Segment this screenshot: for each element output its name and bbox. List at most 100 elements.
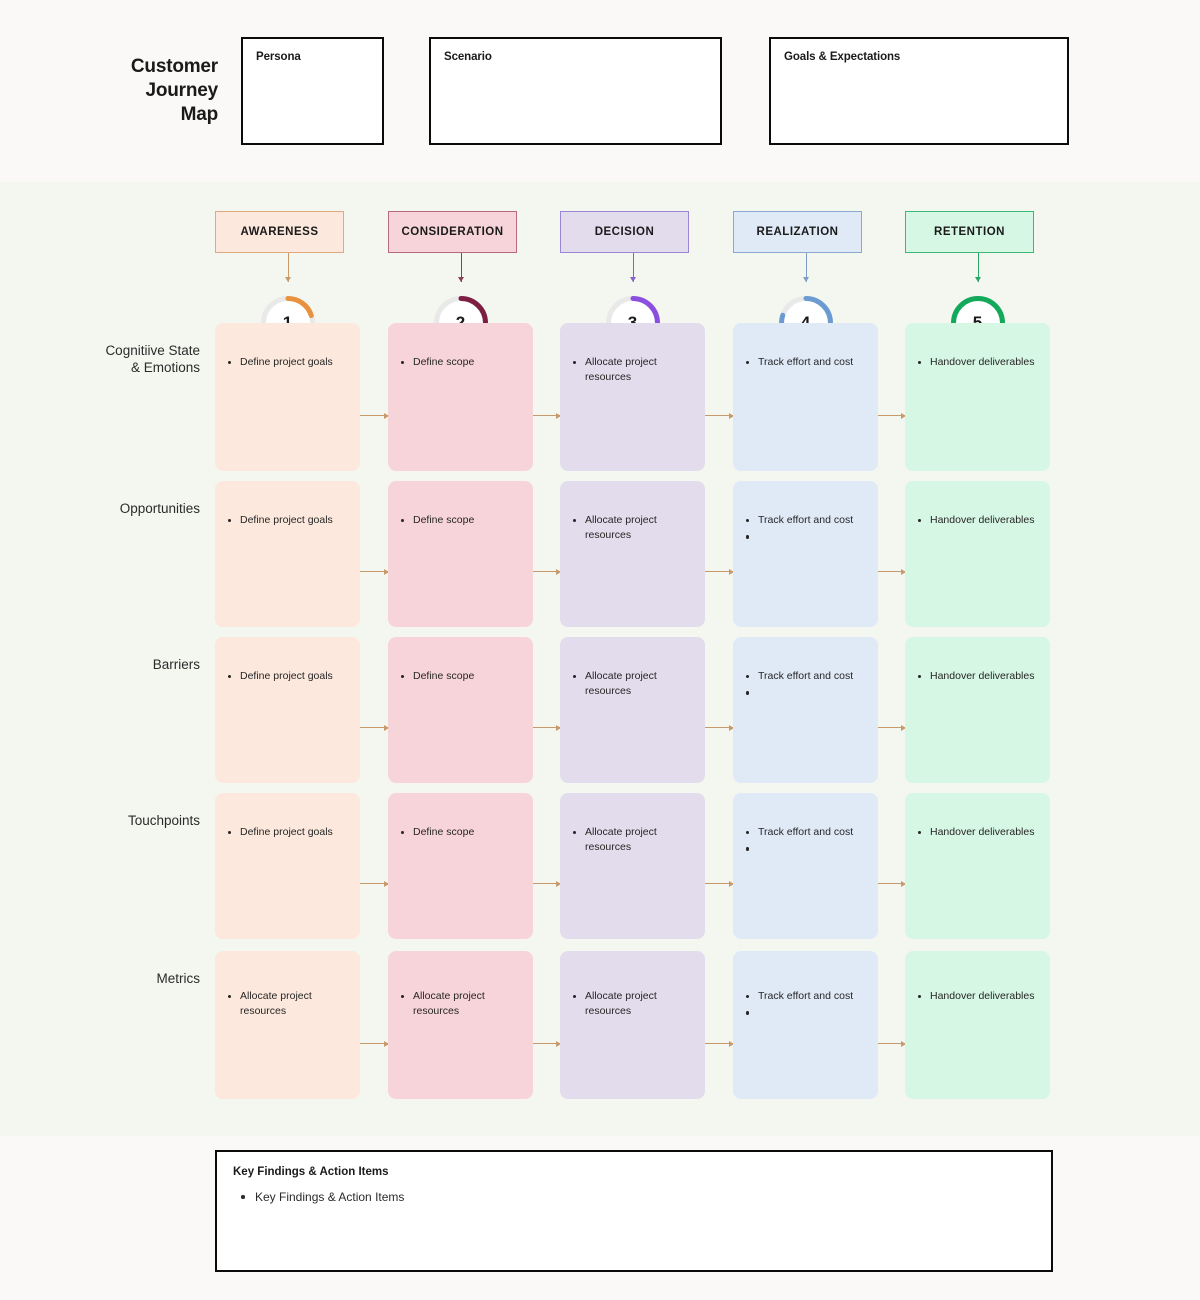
journey-cell[interactable]: Define project goals: [215, 481, 360, 627]
journey-cell-list: Handover deliverables: [917, 513, 1040, 528]
stage-connector-arrow-icon: [705, 568, 734, 575]
journey-cell-list: Define scope: [400, 825, 523, 840]
journey-cell[interactable]: Track effort and cost: [733, 481, 878, 627]
journey-cell-item: Define project goals: [227, 825, 350, 840]
journey-cell-item: Define project goals: [227, 513, 350, 528]
journey-cell-list: Define project goals: [227, 513, 350, 528]
journey-cell-list: Allocate project resources: [572, 513, 695, 543]
row-label-line: Barriers: [152, 657, 200, 672]
journey-cell[interactable]: Define project goals: [215, 323, 360, 471]
stage-connector-arrow-icon: [533, 412, 561, 419]
journey-cell-list: Allocate project resources: [400, 989, 523, 1019]
stage-header-decision[interactable]: DECISION: [560, 211, 689, 253]
journey-cell-list: Define project goals: [227, 825, 350, 840]
journey-cell-list: Handover deliverables: [917, 669, 1040, 684]
journey-cell[interactable]: Define scope: [388, 637, 533, 783]
scenario-box-label: Scenario: [444, 51, 492, 63]
journey-cell-item: Handover deliverables: [917, 513, 1040, 528]
journey-cell[interactable]: Handover deliverables: [905, 323, 1050, 471]
stage-connector-arrow-icon: [878, 1040, 906, 1047]
stage-connector-arrow-icon: [533, 1040, 561, 1047]
goals-expectations-box-label: Goals & Expectations: [784, 51, 901, 63]
journey-cell-item: Allocate project resources: [400, 989, 523, 1019]
stage-connector-arrow-icon: [878, 568, 906, 575]
journey-cell-item: Allocate project resources: [227, 989, 350, 1019]
journey-cell-item: Define scope: [400, 513, 523, 528]
stage-down-arrow-icon: [975, 253, 981, 282]
page-title: Customer Journey Map: [68, 55, 218, 127]
journey-cell[interactable]: Allocate project resources: [560, 637, 705, 783]
journey-cell[interactable]: Handover deliverables: [905, 481, 1050, 627]
stage-header-label: DECISION: [594, 226, 655, 238]
journey-cell[interactable]: Define scope: [388, 481, 533, 627]
journey-cell-list: Define scope: [400, 513, 523, 528]
key-findings-box[interactable]: Key Findings & Action Items Key Findings…: [215, 1150, 1053, 1272]
journey-cell-item: Allocate project resources: [572, 669, 695, 699]
stage-connector-arrow-icon: [533, 568, 561, 575]
journey-cell-item: Track effort and cost: [745, 513, 868, 528]
row-label-line: & Emotions: [130, 359, 200, 375]
page-title-line-3: Map: [180, 103, 219, 125]
journey-cell-list: Allocate project resources: [572, 669, 695, 699]
journey-cell[interactable]: Allocate project resources: [560, 323, 705, 471]
page-footer: Key Findings & Action Items Key Findings…: [0, 1136, 1200, 1300]
stage-header-label: CONSIDERATION: [401, 226, 504, 238]
row-label-opportunities: Opportunities: [60, 501, 200, 518]
journey-cell-list: Define project goals: [227, 355, 350, 370]
stage-connector-arrow-icon: [878, 880, 906, 887]
journey-cell-item: Handover deliverables: [917, 669, 1040, 684]
stage-down-arrow-icon: [630, 253, 636, 282]
journey-cell-item: Define scope: [400, 669, 523, 684]
journey-cell-list: Track effort and cost: [745, 989, 868, 1015]
persona-box[interactable]: Persona: [241, 37, 384, 145]
journey-cell-item: Define project goals: [227, 669, 350, 684]
stage-connector-arrow-icon: [360, 568, 389, 575]
key-findings-list: Key Findings & Action Items: [233, 1189, 1035, 1206]
journey-cell[interactable]: Define project goals: [215, 637, 360, 783]
journey-cell-item: Track effort and cost: [745, 989, 868, 1004]
journey-cell-item: Define scope: [400, 825, 523, 840]
journey-cell-list: Handover deliverables: [917, 825, 1040, 840]
journey-cell[interactable]: Track effort and cost: [733, 793, 878, 939]
journey-cell-item: Allocate project resources: [572, 989, 695, 1019]
journey-cell-list: Track effort and cost: [745, 669, 868, 695]
journey-cell[interactable]: Allocate project resources: [560, 481, 705, 627]
stage-header-realization[interactable]: REALIZATION: [733, 211, 862, 253]
journey-cell-item: Define project goals: [227, 355, 350, 370]
journey-cell[interactable]: Handover deliverables: [905, 793, 1050, 939]
journey-cell-list: Define scope: [400, 355, 523, 370]
header-boxes: Persona Scenario Goals & Expectations: [241, 37, 1069, 145]
journey-cell-list: Allocate project resources: [227, 989, 350, 1019]
journey-cell[interactable]: Define scope: [388, 793, 533, 939]
journey-cell-item: Allocate project resources: [572, 825, 695, 855]
goals-expectations-box[interactable]: Goals & Expectations: [769, 37, 1069, 145]
journey-cell[interactable]: Define scope: [388, 323, 533, 471]
journey-cell[interactable]: Handover deliverables: [905, 951, 1050, 1099]
stage-connector-arrow-icon: [360, 412, 389, 419]
journey-cell[interactable]: Define project goals: [215, 793, 360, 939]
stage-header-consideration[interactable]: CONSIDERATION: [388, 211, 517, 253]
journey-cell[interactable]: Handover deliverables: [905, 637, 1050, 783]
stage-header-awareness[interactable]: AWARENESS: [215, 211, 344, 253]
journey-cell-list: Track effort and cost: [745, 355, 868, 370]
stage-connector-arrow-icon: [705, 1040, 734, 1047]
row-label-metrics: Metrics: [60, 971, 201, 988]
journey-cell[interactable]: Track effort and cost: [733, 951, 878, 1099]
journey-cell-item: Handover deliverables: [917, 355, 1040, 370]
journey-cell-list: Allocate project resources: [572, 825, 695, 855]
journey-cell[interactable]: Track effort and cost: [733, 637, 878, 783]
journey-cell[interactable]: Track effort and cost: [733, 323, 878, 471]
journey-cell[interactable]: Allocate project resources: [560, 793, 705, 939]
journey-cell[interactable]: Allocate project resources: [388, 951, 533, 1099]
journey-cell-item: Handover deliverables: [917, 825, 1040, 840]
scenario-box[interactable]: Scenario: [429, 37, 722, 145]
page-header: Customer Journey Map Persona Scenario Go…: [0, 0, 1200, 182]
journey-cell[interactable]: Allocate project resources: [215, 951, 360, 1099]
stage-header-retention[interactable]: RETENTION: [905, 211, 1034, 253]
journey-cell[interactable]: Allocate project resources: [560, 951, 705, 1099]
stage-connector-arrow-icon: [533, 880, 561, 887]
journey-cell-list: Track effort and cost: [745, 825, 868, 851]
stage-header-label: AWARENESS: [240, 226, 319, 238]
journey-cell-list: Allocate project resources: [572, 989, 695, 1019]
stage-connector-arrow-icon: [533, 724, 561, 731]
